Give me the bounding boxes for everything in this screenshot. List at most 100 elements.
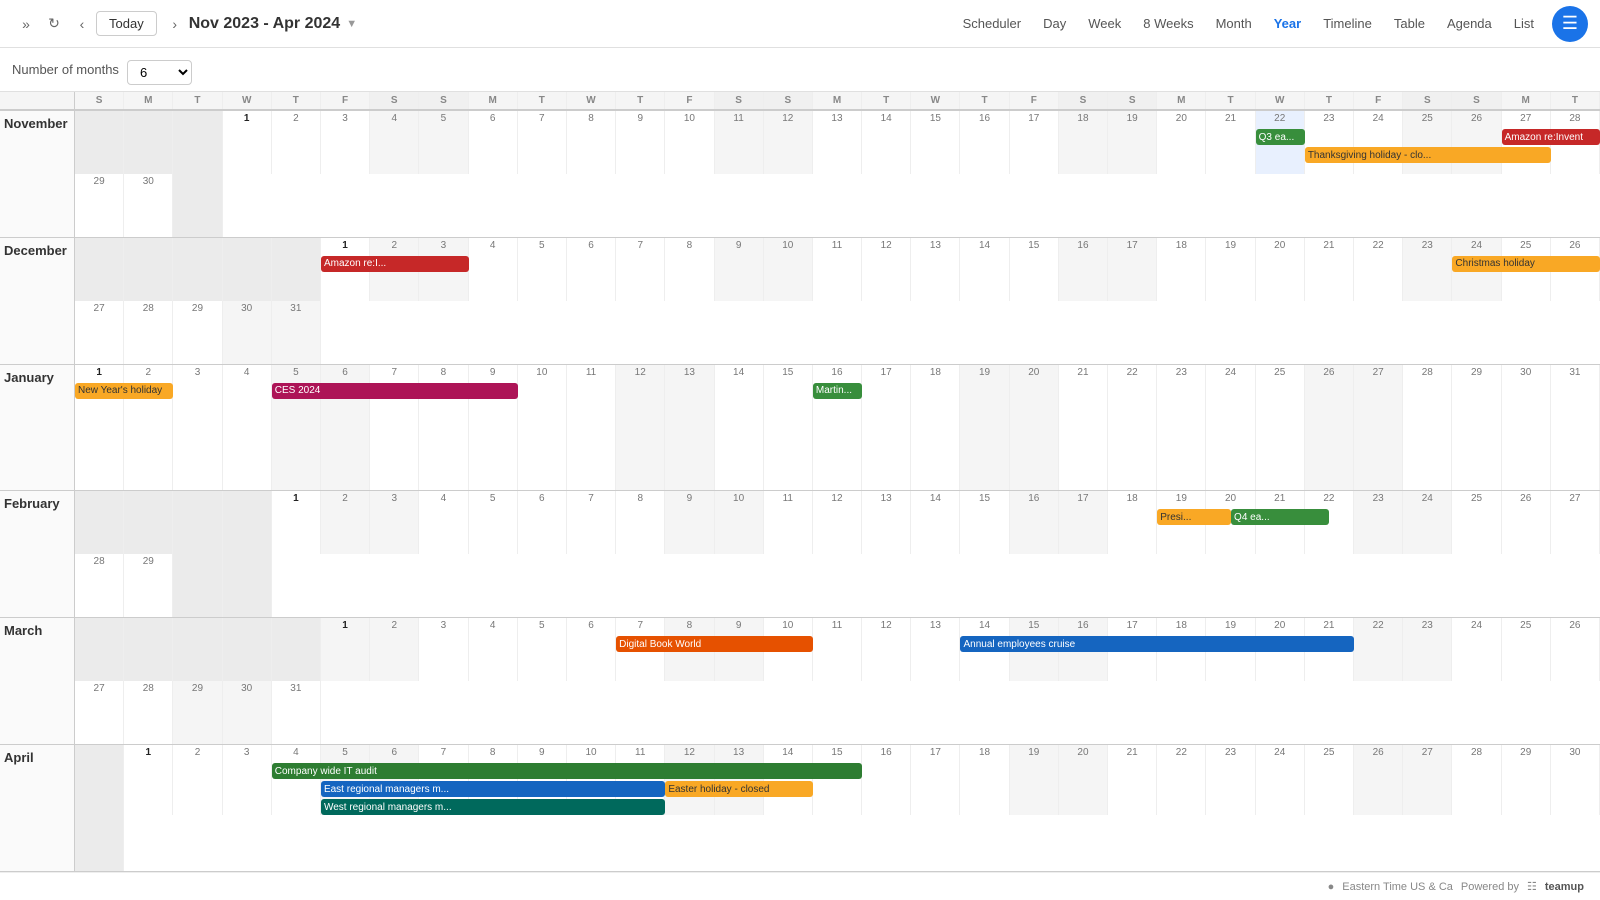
jan-day-18[interactable]: 18 [911, 365, 960, 491]
dec-day-5[interactable]: 5 [518, 238, 567, 301]
event-amazon-reinvent[interactable]: Amazon re:Invent [1502, 129, 1600, 145]
dec-day-7[interactable]: 7 [616, 238, 665, 301]
next-icon[interactable]: › [161, 10, 189, 38]
dec-day-29[interactable]: 29 [173, 301, 222, 364]
feb-day-23[interactable]: 23 [1354, 491, 1403, 554]
tab-agenda[interactable]: Agenda [1437, 12, 1502, 35]
event-easter[interactable]: Easter holiday - closed [665, 781, 813, 797]
mar-day-24[interactable]: 24 [1452, 618, 1501, 681]
feb-day-5[interactable]: 5 [469, 491, 518, 554]
dec-day-18[interactable]: 18 [1157, 238, 1206, 301]
dec-day-6[interactable]: 6 [567, 238, 616, 301]
apr-day-19[interactable]: 19 [1010, 745, 1059, 814]
apr-day-30[interactable]: 30 [1551, 745, 1600, 814]
mar-day-29[interactable]: 29 [173, 681, 222, 744]
nov-day-3[interactable]: 3 [321, 111, 370, 174]
jan-day-23[interactable]: 23 [1157, 365, 1206, 491]
apr-day-23[interactable]: 23 [1206, 745, 1255, 814]
feb-day-4[interactable]: 4 [419, 491, 468, 554]
nov-day-26[interactable]: 26 [1452, 111, 1501, 174]
apr-day-18[interactable]: 18 [960, 745, 1009, 814]
nov-day-25[interactable]: 25 [1403, 111, 1452, 174]
nov-day-9[interactable]: 9 [616, 111, 665, 174]
feb-day-9[interactable]: 9 [665, 491, 714, 554]
feb-day-15[interactable]: 15 [960, 491, 1009, 554]
event-q4-earnings[interactable]: Q4 ea... [1231, 509, 1329, 525]
dec-day-16[interactable]: 16 [1059, 238, 1108, 301]
date-range[interactable]: Nov 2023 - Apr 2024 ▼ [189, 15, 357, 33]
jan-day-25[interactable]: 25 [1256, 365, 1305, 491]
apr-day-21[interactable]: 21 [1108, 745, 1157, 814]
jan-day-4[interactable]: 4 [223, 365, 272, 491]
apr-day-4[interactable]: 4 [272, 745, 321, 814]
feb-day-26[interactable]: 26 [1502, 491, 1551, 554]
event-west-regional[interactable]: West regional managers m... [321, 799, 665, 815]
event-amazon-dec[interactable]: Amazon re:I... [321, 256, 469, 272]
jan-day-28[interactable]: 28 [1403, 365, 1452, 491]
mar-day-5[interactable]: 5 [518, 618, 567, 681]
apr-day-1[interactable]: 1 [124, 745, 173, 814]
jan-day-3[interactable]: 3 [173, 365, 222, 491]
feb-day-6[interactable]: 6 [518, 491, 567, 554]
feb-day-16[interactable]: 16 [1010, 491, 1059, 554]
mar-day-11[interactable]: 11 [813, 618, 862, 681]
jan-day-27[interactable]: 27 [1354, 365, 1403, 491]
jan-day-22[interactable]: 22 [1108, 365, 1157, 491]
tab-timeline[interactable]: Timeline [1313, 12, 1382, 35]
menu-button[interactable]: ☰ [1552, 6, 1588, 42]
dec-day-28[interactable]: 28 [124, 301, 173, 364]
jan-day-31[interactable]: 31 [1551, 365, 1600, 491]
event-presidents[interactable]: Presi... [1157, 509, 1231, 525]
tab-scheduler[interactable]: Scheduler [953, 12, 1032, 35]
jan-day-12[interactable]: 12 [616, 365, 665, 491]
mar-day-3[interactable]: 3 [419, 618, 468, 681]
nov-day-6[interactable]: 6 [469, 111, 518, 174]
dec-day-23[interactable]: 23 [1403, 238, 1452, 301]
dec-day-4[interactable]: 4 [469, 238, 518, 301]
nov-day-21[interactable]: 21 [1206, 111, 1255, 174]
tab-year[interactable]: Year [1264, 12, 1311, 35]
jan-day-17[interactable]: 17 [862, 365, 911, 491]
nov-day-5[interactable]: 5 [419, 111, 468, 174]
dec-day-30[interactable]: 30 [223, 301, 272, 364]
jan-day-19[interactable]: 19 [960, 365, 1009, 491]
event-newyear[interactable]: New Year's holiday [75, 383, 173, 399]
mar-day-6[interactable]: 6 [567, 618, 616, 681]
feb-day-1[interactable]: 1 [272, 491, 321, 554]
feb-day-12[interactable]: 12 [813, 491, 862, 554]
nov-day-23[interactable]: 23 [1305, 111, 1354, 174]
feb-day-27[interactable]: 27 [1551, 491, 1600, 554]
mar-day-4[interactable]: 4 [469, 618, 518, 681]
apr-day-20[interactable]: 20 [1059, 745, 1108, 814]
nov-day-7[interactable]: 7 [518, 111, 567, 174]
nov-day-19[interactable]: 19 [1108, 111, 1157, 174]
mar-day-27[interactable]: 27 [75, 681, 124, 744]
dec-day-12[interactable]: 12 [862, 238, 911, 301]
nov-day-18[interactable]: 18 [1059, 111, 1108, 174]
jan-day-29[interactable]: 29 [1452, 365, 1501, 491]
tab-month[interactable]: Month [1206, 12, 1262, 35]
feb-day-8[interactable]: 8 [616, 491, 665, 554]
jan-day-24[interactable]: 24 [1206, 365, 1255, 491]
dec-day-11[interactable]: 11 [813, 238, 862, 301]
mar-day-26[interactable]: 26 [1551, 618, 1600, 681]
dec-day-14[interactable]: 14 [960, 238, 1009, 301]
mar-day-30[interactable]: 30 [223, 681, 272, 744]
dec-day-22[interactable]: 22 [1354, 238, 1403, 301]
dec-day-20[interactable]: 20 [1256, 238, 1305, 301]
mar-day-28[interactable]: 28 [124, 681, 173, 744]
event-it-audit[interactable]: Company wide IT audit [272, 763, 862, 779]
jan-day-15[interactable]: 15 [764, 365, 813, 491]
feb-day-28[interactable]: 28 [75, 554, 124, 617]
jan-day-13[interactable]: 13 [665, 365, 714, 491]
apr-day-17[interactable]: 17 [911, 745, 960, 814]
nov-day-8[interactable]: 8 [567, 111, 616, 174]
jan-day-30[interactable]: 30 [1502, 365, 1551, 491]
jan-day-21[interactable]: 21 [1059, 365, 1108, 491]
event-christmas[interactable]: Christmas holiday [1452, 256, 1600, 272]
nov-day-30[interactable]: 30 [124, 174, 173, 237]
dec-day-31[interactable]: 31 [272, 301, 321, 364]
nov-day-29[interactable]: 29 [75, 174, 124, 237]
feb-day-11[interactable]: 11 [764, 491, 813, 554]
nov-day-13[interactable]: 13 [813, 111, 862, 174]
